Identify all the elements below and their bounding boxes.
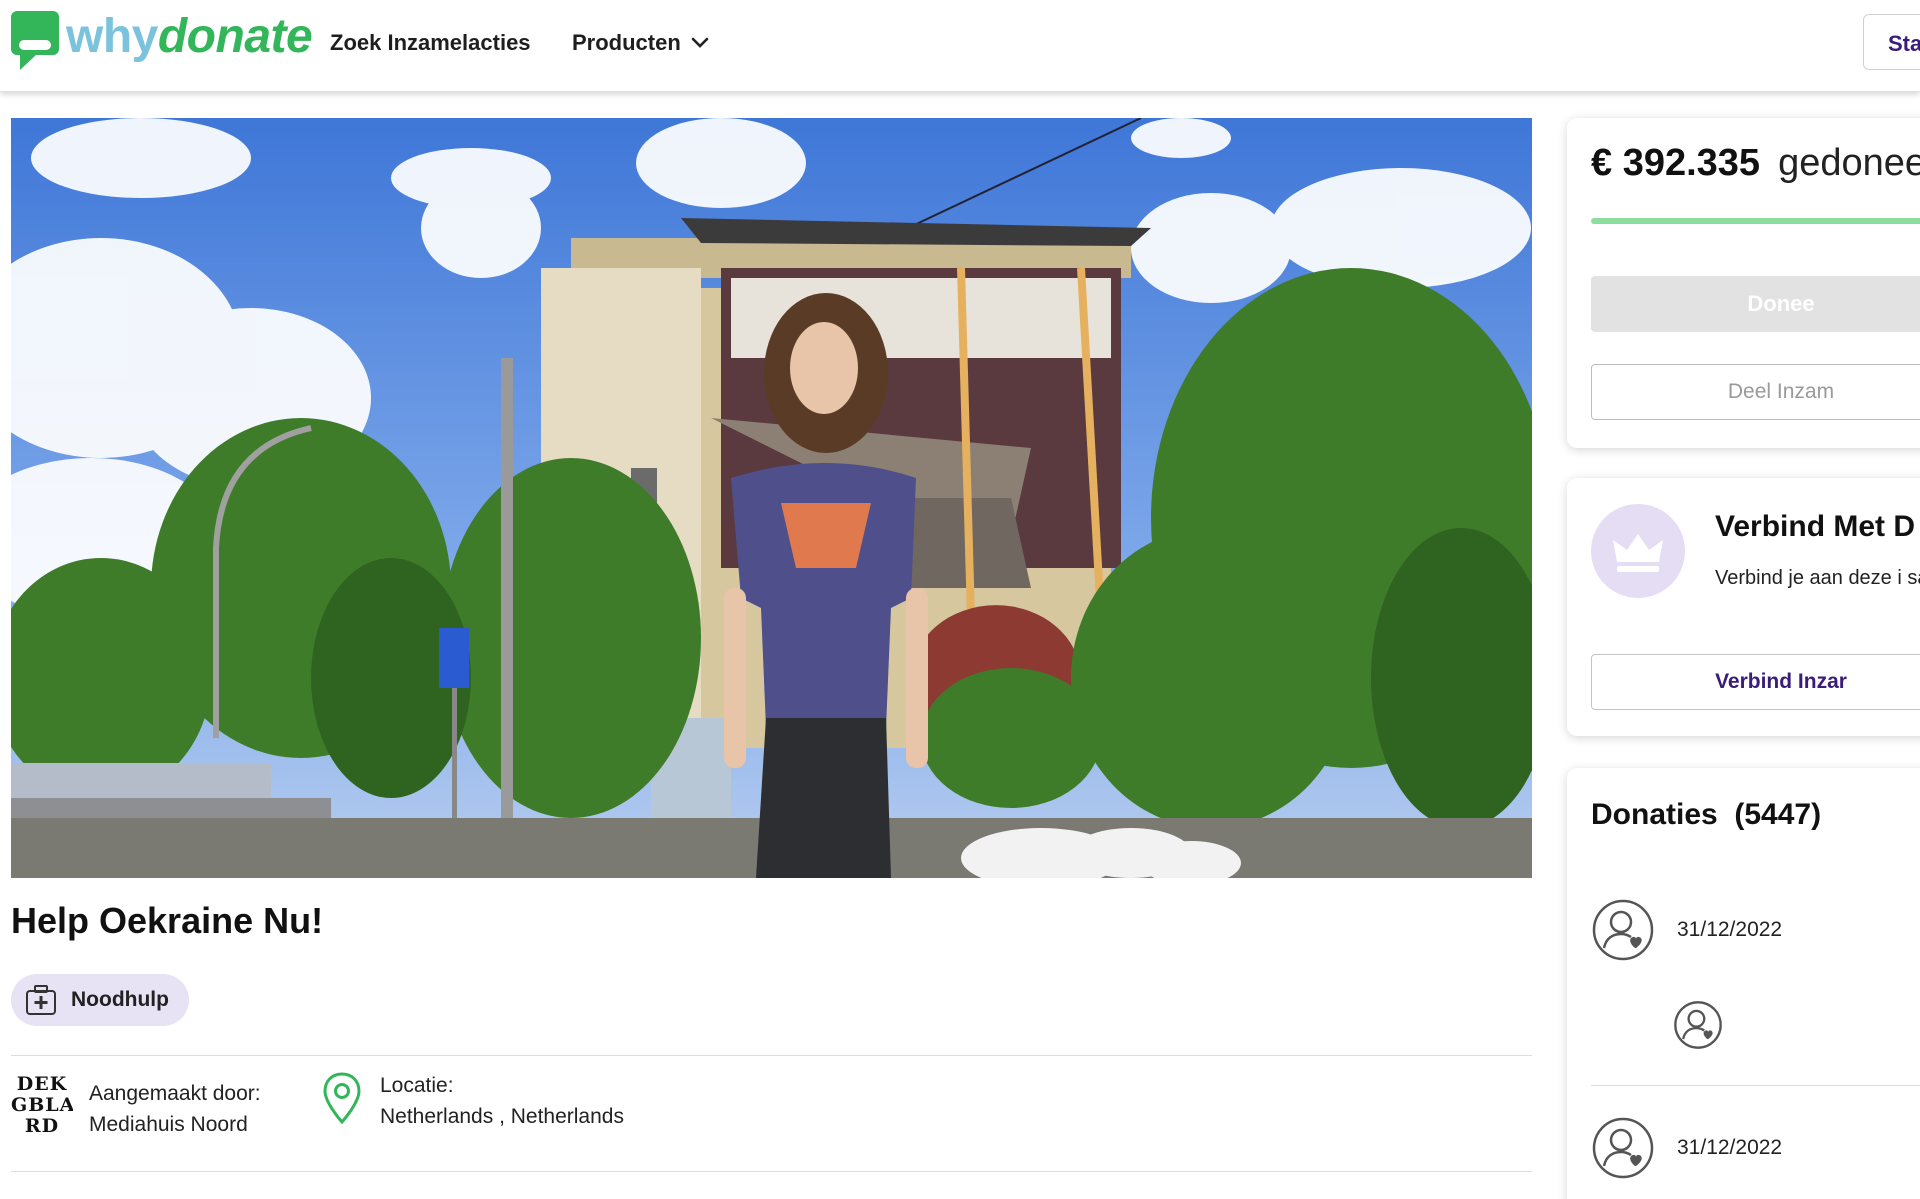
amount-value: € 392.335	[1591, 142, 1761, 184]
creator-name[interactable]: Mediahuis Noord	[89, 1109, 261, 1140]
start-campaign-button[interactable]: Sta	[1863, 14, 1920, 70]
category-label: Noodhulp	[71, 988, 169, 1011]
donation-date: 31/12/2022	[1677, 918, 1783, 941]
user-heart-avatar-icon	[1592, 899, 1654, 961]
section-divider	[11, 1171, 1532, 1172]
logo-why: why	[66, 9, 158, 63]
creator-info: DEK GBLA RD Aangemaakt door: Mediahuis N…	[11, 1070, 261, 1140]
donation-item: 31/12/2022	[1591, 898, 1782, 962]
crown-icon	[1613, 534, 1663, 572]
campaign-title: Help Oekraine Nu!	[11, 900, 324, 941]
user-heart-avatar-icon	[1592, 1117, 1654, 1179]
share-campaign-button[interactable]: Deel Inzam	[1591, 364, 1920, 420]
nav-products-label: Producten	[572, 30, 681, 55]
creator-logo-line: DEK	[16, 1073, 68, 1095]
speech-bubble-logo-icon	[10, 10, 60, 72]
donation-reply-avatar	[1673, 1000, 1723, 1055]
campaign-hero-image	[11, 118, 1532, 878]
location-label: Locatie:	[380, 1074, 454, 1097]
connect-campaign-button[interactable]: Verbind Inzar	[1591, 654, 1920, 710]
donations-count: (5447)	[1734, 798, 1822, 831]
donations-title: Donaties	[1591, 798, 1718, 831]
connect-description: Verbind je aan deze i samen.	[1715, 567, 1920, 589]
amount-raised: € 392.335 gedonee	[1591, 142, 1920, 185]
creator-logo[interactable]: DEK GBLA RD	[11, 1070, 73, 1137]
creator-label: Aangemaakt door:	[89, 1082, 261, 1105]
amount-label: gedonee	[1778, 142, 1920, 184]
donations-card: Donaties (5447) 31/12/2022 31/12/2022	[1567, 768, 1920, 1199]
location-info: Locatie: Netherlands , Netherlands	[320, 1070, 624, 1132]
crown-badge	[1591, 504, 1685, 598]
connect-title: Verbind Met D	[1715, 510, 1916, 543]
progress-bar-fill	[1591, 218, 1920, 224]
top-navigation-bar: whydonate Zoek Inzamelacties Producten S…	[0, 0, 1920, 92]
section-divider	[11, 1055, 1532, 1056]
category-tag[interactable]: Noodhulp	[11, 974, 189, 1026]
donation-date: 31/12/2022	[1677, 1136, 1783, 1159]
location-pin-icon	[323, 1072, 361, 1125]
chevron-down-icon	[691, 37, 709, 48]
logo-donate: donate	[157, 9, 313, 63]
nav-search-campaigns[interactable]: Zoek Inzamelacties	[330, 30, 531, 56]
connect-card: Verbind Met D Verbind je aan deze i same…	[1567, 478, 1920, 736]
donations-header: Donaties (5447)	[1591, 798, 1821, 832]
location-value: Netherlands , Netherlands	[380, 1105, 624, 1128]
creator-logo-line: RD	[24, 1115, 60, 1137]
creator-logo-line: GBLA	[11, 1094, 73, 1116]
whydonate-logo[interactable]: whydonate	[10, 9, 313, 72]
logo-wordmark: whydonate	[66, 9, 313, 64]
donate-button[interactable]: Donee	[1591, 276, 1920, 332]
first-aid-kit-icon	[26, 985, 56, 1015]
progress-bar	[1591, 218, 1920, 224]
nav-products-dropdown[interactable]: Producten	[572, 30, 709, 56]
donation-item: 31/12/2022	[1591, 1116, 1782, 1180]
user-heart-avatar-icon	[1674, 1001, 1722, 1049]
donation-summary-card: € 392.335 gedonee Donee Deel Inzam	[1567, 118, 1920, 448]
donation-divider	[1591, 1085, 1920, 1086]
